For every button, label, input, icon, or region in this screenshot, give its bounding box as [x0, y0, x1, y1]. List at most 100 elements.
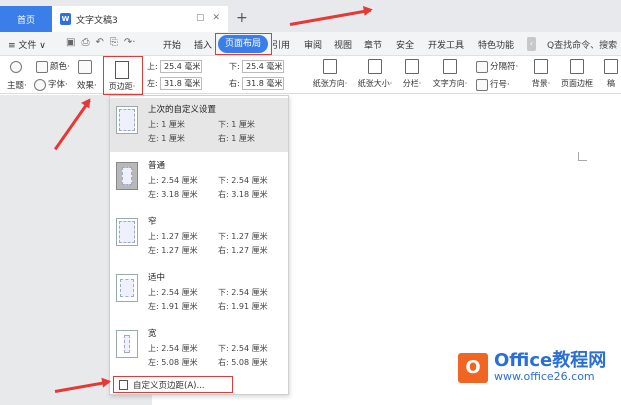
manuscript-icon — [604, 59, 618, 74]
margin-option-normal[interactable]: 普通 上: 2.54 厘米 下: 2.54 厘米 左: 3.18 厘米 右: 3… — [110, 154, 288, 208]
option-top: 上: 2.54 厘米 — [148, 176, 198, 185]
option-left: 左: 3.18 厘米 — [148, 190, 198, 199]
line-numbers-button[interactable]: 行号· — [476, 78, 510, 91]
margin-option-moderate[interactable]: 适中 上: 2.54 厘米 下: 2.54 厘米 左: 1.91 厘米 右: 1… — [110, 266, 288, 320]
menu-view[interactable]: 视图 — [334, 38, 352, 51]
option-left: 左: 1.91 厘米 — [148, 302, 198, 311]
custom-margins-label: 自定义页边距(A)... — [133, 380, 205, 391]
file-menu[interactable]: ≡ 文件 ∨ — [8, 38, 46, 51]
writer-doc-icon: W — [60, 13, 71, 25]
print-icon[interactable]: ⎙ — [81, 37, 89, 48]
option-left: 左: 1 厘米 — [148, 134, 185, 143]
orientation-button[interactable]: 纸张方向· — [308, 59, 352, 89]
option-name: 普通 — [148, 161, 166, 171]
option-right: 右: 1.91 厘米 — [218, 302, 268, 311]
restore-icon[interactable]: ▢ — [196, 13, 205, 23]
colors-button[interactable]: 颜色· — [36, 60, 70, 73]
wide-margin-icon — [116, 330, 138, 358]
normal-margin-icon — [116, 162, 138, 190]
manuscript-button[interactable]: 稿 — [603, 59, 619, 89]
right-margin-input[interactable]: 31.8 毫米 — [242, 77, 284, 90]
option-bottom: 下: 2.54 厘米 — [218, 288, 268, 297]
option-bottom: 下: 1 厘米 — [218, 120, 255, 129]
option-bottom: 下: 2.54 厘米 — [218, 176, 268, 185]
office-logo-icon: O — [458, 352, 488, 383]
menu-bar: ≡ 文件 ∨ ▣ ⎙ ↶ ⎘ ↷· 开始 插入 页面布局 引用 审阅 视图 章节… — [0, 32, 621, 56]
tab-document[interactable]: W 文字文稿3 ▢ ✕ — [52, 6, 228, 32]
option-bottom: 下: 2.54 厘米 — [218, 344, 268, 353]
menu-review[interactable]: 审阅 — [304, 38, 322, 51]
option-name: 上次的自定义设置 — [148, 105, 217, 115]
redo-icon[interactable]: ↷· — [124, 37, 136, 48]
highlight-margins-button — [103, 56, 143, 95]
option-top: 上: 1 厘米 — [148, 120, 185, 129]
effects-button[interactable]: 效果· — [77, 79, 97, 91]
breaks-button[interactable]: 分隔符· — [476, 60, 518, 73]
moderate-margin-icon — [116, 274, 138, 302]
watermark-url: www.office26.com — [494, 370, 595, 383]
margin-corner-mark — [578, 152, 587, 161]
narrow-margin-icon — [116, 218, 138, 246]
undo-icon[interactable]: ↶ — [95, 37, 103, 48]
menu-chapter[interactable]: 章节 — [364, 38, 382, 51]
option-left: 左: 5.08 厘米 — [148, 358, 198, 367]
watermark-name: Office教程网 — [494, 350, 607, 371]
option-right: 右: 1.27 厘米 — [218, 246, 268, 255]
option-right: 右: 1 厘米 — [218, 134, 255, 143]
collapse-icon[interactable]: ‹ — [527, 37, 536, 51]
option-bottom: 下: 1.27 厘米 — [218, 232, 268, 241]
menu-start[interactable]: 开始 — [163, 38, 181, 51]
new-tab-button[interactable]: + — [236, 10, 248, 26]
ribbon-page-layout: 颜色· 主题· 字体· 效果· 页边距· 上: 25.4 毫米 下: 25.4 … — [0, 56, 621, 94]
option-left: 左: 1.27 厘米 — [148, 246, 198, 255]
option-name: 适中 — [148, 273, 166, 283]
custom-margin-icon — [119, 379, 128, 390]
option-top: 上: 2.54 厘米 — [148, 344, 198, 353]
menu-references[interactable]: 引用 — [272, 38, 290, 51]
margin-option-last-custom[interactable]: 上次的自定义设置 上: 1 厘米 下: 1 厘米 左: 1 厘米 右: 1 厘米 — [110, 98, 288, 152]
background-button[interactable]: 背景· — [528, 59, 554, 89]
theme-button[interactable]: 主题· — [7, 79, 27, 91]
tab-home[interactable]: 首页 — [0, 6, 52, 32]
margins-dropdown: 上次的自定义设置 上: 1 厘米 下: 1 厘米 左: 1 厘米 右: 1 厘米… — [109, 95, 289, 395]
left-margin-input[interactable]: 31.8 毫米 — [160, 77, 202, 90]
quick-access-toolbar: ▣ ⎙ ↶ ⎘ ↷· — [66, 37, 135, 48]
menu-security[interactable]: 安全 — [396, 38, 414, 51]
theme-preview-icon[interactable] — [78, 60, 94, 74]
background-icon — [534, 59, 548, 74]
top-margin-input[interactable]: 25.4 毫米 — [160, 60, 202, 73]
option-right: 右: 5.08 厘米 — [218, 358, 268, 367]
margin-option-wide[interactable]: 宽 上: 2.54 厘米 下: 2.54 厘米 左: 5.08 厘米 右: 5.… — [110, 322, 288, 376]
theme-icon[interactable] — [10, 61, 24, 73]
custom-margins-button[interactable]: 自定义页边距(A)... — [113, 376, 233, 393]
menu-dev-tools[interactable]: 开发工具 — [428, 38, 464, 51]
highlight-page-layout-tab — [215, 33, 272, 55]
left-margin-label: 左: — [147, 79, 158, 88]
bottom-margin-input[interactable]: 25.4 毫米 — [242, 60, 284, 73]
fonts-button[interactable]: 字体· — [34, 78, 68, 91]
text-direction-icon — [443, 59, 457, 74]
text-direction-button[interactable]: 文字方向· — [428, 59, 472, 89]
close-icon[interactable]: ✕ — [212, 13, 220, 23]
orientation-icon — [323, 59, 337, 74]
columns-button[interactable]: 分栏· — [398, 59, 426, 89]
right-margin-label: 右: — [229, 79, 240, 88]
document-title: 文字文稿3 — [76, 15, 118, 26]
command-search[interactable]: Q查找命令、搜索 — [547, 38, 617, 51]
margin-option-narrow[interactable]: 窄 上: 1.27 厘米 下: 1.27 厘米 左: 1.27 厘米 右: 1.… — [110, 210, 288, 264]
page-border-button[interactable]: 页面边框 — [557, 59, 597, 89]
watermark: O Office教程网 www.office26.com — [458, 352, 606, 383]
save-icon[interactable]: ▣ — [66, 37, 75, 48]
paper-size-button[interactable]: 纸张大小· — [354, 59, 396, 89]
menu-insert[interactable]: 插入 — [194, 38, 212, 51]
option-top: 上: 2.54 厘米 — [148, 288, 198, 297]
option-name: 宽 — [148, 329, 157, 339]
menu-features[interactable]: 特色功能 — [478, 38, 514, 51]
preview-icon[interactable]: ⎘ — [110, 37, 118, 48]
bottom-margin-label: 下: — [229, 62, 240, 71]
tab-bar: 首页 W 文字文稿3 ▢ ✕ + — [0, 0, 621, 32]
top-margin-label: 上: — [147, 62, 158, 71]
option-name: 窄 — [148, 217, 157, 227]
paper-size-icon — [368, 59, 382, 74]
last-custom-margin-icon — [116, 106, 138, 134]
